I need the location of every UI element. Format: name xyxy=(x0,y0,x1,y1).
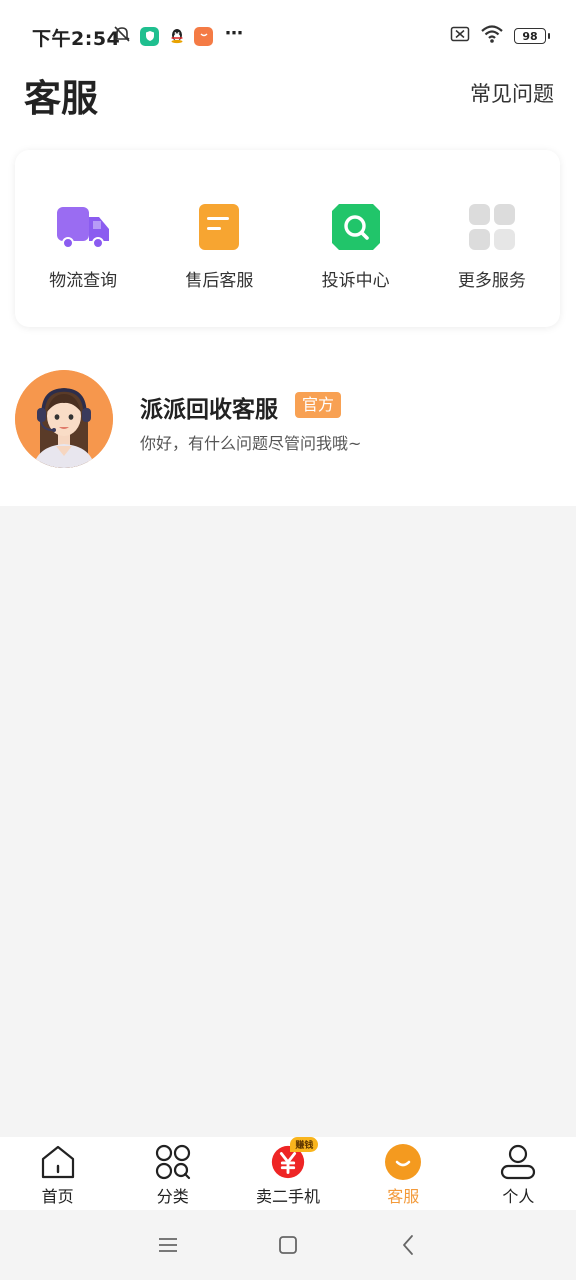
service-label: 售后客服 xyxy=(185,271,254,291)
status-icons-right: 98 xyxy=(450,24,550,48)
nav-item-category[interactable]: 分类 xyxy=(115,1137,230,1210)
system-nav xyxy=(0,1210,576,1280)
more-notifications-icon: ⋯ xyxy=(225,22,244,44)
qq-penguin-icon xyxy=(167,27,186,46)
search-icon xyxy=(328,202,384,252)
person-icon xyxy=(499,1143,537,1181)
avatar xyxy=(15,370,113,468)
battery-icon: 98 xyxy=(514,28,550,44)
document-icon xyxy=(191,202,247,252)
contact-row[interactable]: 派派回收客服 官方 你好，有什么问题尽管问我哦~ xyxy=(15,370,560,470)
nav-label: 个人 xyxy=(502,1187,535,1206)
status-bar: 下午2:54 ⋯ 98 xyxy=(0,0,576,70)
menu-icon[interactable] xyxy=(153,1230,183,1260)
nav-label: 首页 xyxy=(41,1187,74,1206)
nav-label: 分类 xyxy=(156,1187,189,1206)
nav-label: 客服 xyxy=(387,1187,420,1206)
contact-message: 你好，有什么问题尽管问我哦~ xyxy=(140,434,362,453)
home-square-icon[interactable] xyxy=(273,1230,303,1260)
faq-link[interactable]: 常见问题 xyxy=(470,78,554,108)
service-label: 物流查询 xyxy=(49,271,118,291)
service-label: 更多服务 xyxy=(457,271,526,291)
service-item-complaint[interactable]: 投诉中心 xyxy=(288,150,424,327)
wifi-icon xyxy=(480,24,504,48)
nav-item-profile[interactable]: 个人 xyxy=(461,1137,576,1210)
nav-item-service[interactable]: 客服 xyxy=(346,1137,461,1210)
back-chevron-icon[interactable] xyxy=(393,1230,423,1260)
nav-label: 卖二手机 xyxy=(256,1187,321,1206)
service-card: 物流查询 售后客服 投诉中心 更多服务 xyxy=(15,150,560,327)
home-icon xyxy=(39,1143,77,1181)
contact-name: 派派回收客服 xyxy=(140,397,278,423)
sim-off-icon xyxy=(450,26,470,46)
category-icon xyxy=(154,1143,192,1181)
shopping-app-icon xyxy=(194,26,213,46)
service-smile-icon xyxy=(384,1143,422,1181)
service-item-more[interactable]: 更多服务 xyxy=(424,150,560,327)
truck-icon xyxy=(55,202,111,252)
service-label: 投诉中心 xyxy=(321,271,390,291)
status-icons-left: ⋯ xyxy=(112,22,244,48)
page-title: 客服 xyxy=(24,77,98,120)
mute-bell-icon xyxy=(112,24,132,48)
grid-icon xyxy=(464,202,520,252)
shield-app-icon xyxy=(140,26,159,46)
official-badge: 官方 xyxy=(295,392,342,418)
service-item-aftersales[interactable]: 售后客服 xyxy=(151,150,287,327)
earn-badge: 赚钱 xyxy=(290,1137,319,1152)
service-item-logistics[interactable]: 物流查询 xyxy=(15,150,151,327)
nav-item-sell-phone[interactable]: 赚钱 卖二手机 xyxy=(230,1137,345,1210)
status-time: 下午2:54 xyxy=(32,28,121,50)
bottom-nav: 首页 分类 赚钱 卖二手机 客服 个人 xyxy=(0,1137,576,1210)
nav-item-home[interactable]: 首页 xyxy=(0,1137,115,1210)
